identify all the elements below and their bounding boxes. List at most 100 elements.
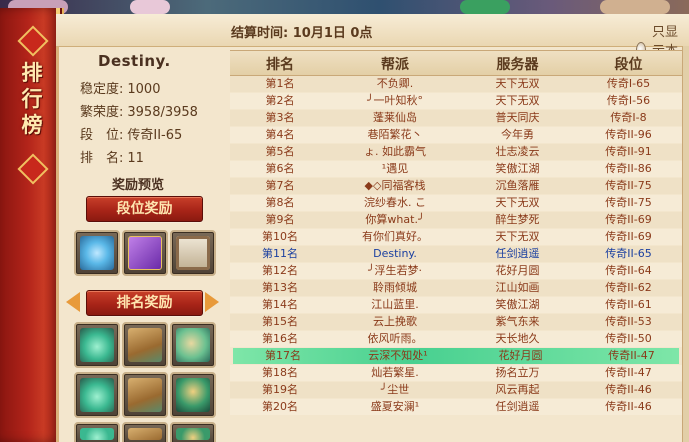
cell-guild: ╯浮生若梦· — [367, 264, 423, 277]
reward-slot[interactable] — [74, 372, 120, 418]
stat-prosperity: 繁荣度: 3958/3958 — [80, 101, 198, 120]
stat-label: 段 位: — [80, 128, 124, 143]
cell-server: 笑傲江湖 — [495, 162, 540, 175]
title-char-3: 榜 — [21, 112, 43, 137]
cell-tier: 传奇II-61 — [605, 298, 652, 311]
tier-reward-button[interactable]: 段位奖励 — [86, 196, 203, 222]
cell-tier: 传奇II-46 — [605, 383, 652, 396]
reward-slot[interactable] — [122, 322, 168, 368]
table-row[interactable]: 第9名 你算what.╯ 醉生梦死 传奇II-69 — [230, 212, 682, 228]
cell-server: 壮志凌云 — [495, 145, 540, 158]
table-row[interactable]: 第3名 蓬莱仙岛 普天同庆 传奇I-8 — [230, 110, 682, 126]
reward-slot[interactable] — [170, 372, 216, 418]
table-row[interactable]: 第5名 ょ. 如此霸气 壮志凌云 传奇II-91 — [230, 144, 682, 160]
table-row[interactable]: 第7名 ◆◇同福客栈 沉鱼落雁 传奇II-75 — [230, 178, 682, 194]
cell-rank: 第6名 — [265, 162, 295, 175]
cell-guild: 聆雨倾城 — [373, 281, 417, 294]
tree-fragment-icon — [176, 428, 210, 440]
stat-value: 3958/3958 — [127, 105, 198, 120]
cell-rank: 第17名 — [265, 349, 301, 362]
stat-label: 繁荣度: — [80, 105, 124, 120]
cell-server: 笑傲江湖 — [495, 298, 540, 311]
cell-tier: 传奇II-47 — [605, 366, 652, 379]
cell-tier: 传奇I-8 — [610, 111, 647, 124]
cell-tier: 传奇II-69 — [605, 230, 652, 243]
rank-reward-button[interactable]: 排名奖励 — [86, 290, 203, 316]
cell-guild: 云上挽歌 — [373, 315, 417, 328]
cell-tier: 传奇II-47 — [608, 349, 655, 362]
reward-slot[interactable] — [74, 322, 120, 368]
cell-guild: 不负卿. — [376, 77, 414, 90]
jade-ornament-icon — [80, 328, 114, 362]
cell-guild: 你算what.╯ — [365, 213, 425, 226]
table-row[interactable]: 第6名 ¹遇见 笑傲江湖 传奇II-86 — [230, 161, 682, 177]
cell-rank: 第12名 — [262, 264, 298, 277]
cell-guild: ¹遇见 — [381, 162, 409, 175]
cell-tier: 传奇II-64 — [605, 264, 652, 277]
jade-fragment-icon — [80, 428, 114, 440]
cell-guild: ╯一叶知秋° — [366, 94, 424, 107]
reward-slot[interactable] — [170, 230, 216, 276]
cell-server: 风云再起 — [495, 383, 540, 396]
knot-ornament-icon — [17, 25, 49, 57]
cell-tier: 传奇II-86 — [605, 162, 652, 175]
reward-slot[interactable] — [122, 372, 168, 418]
table-row[interactable]: 第11名 Destiny. 任剑逍遥 传奇II-65 — [230, 246, 682, 262]
header-guild: 帮派 — [381, 57, 409, 73]
cell-rank: 第20名 — [262, 400, 298, 413]
cell-guild: ╯尘世 — [380, 383, 410, 396]
table-header: 排名 帮派 服务器 段位 — [230, 50, 682, 76]
wooden-bridge-icon — [128, 378, 162, 412]
cell-rank: 第9名 — [265, 213, 295, 226]
table-row[interactable]: 第14名 江山蓝里. 笑傲江湖 传奇II-61 — [230, 297, 682, 313]
table-row[interactable]: 第12名 ╯浮生若梦· 花好月圆 传奇II-64 — [230, 263, 682, 279]
cell-guild: ◆◇同福客栈 — [364, 179, 426, 192]
cell-rank: 第14名 — [262, 298, 298, 311]
reward-slot[interactable] — [122, 422, 168, 442]
bridge-fragment-icon — [128, 428, 162, 440]
table-row[interactable]: 第8名 浣纱春水. こ 天下无双 传奇II-75 — [230, 195, 682, 211]
cell-tier: 传奇II-46 — [605, 400, 652, 413]
next-arrow-icon[interactable] — [205, 292, 219, 312]
reward-preview-title: 奖励预览 — [112, 178, 165, 193]
table-row[interactable]: 第10名 有你们真好。 天下无双 传奇II-69 — [230, 229, 682, 245]
reward-slot[interactable] — [170, 322, 216, 368]
header-bar: 结算时间: 10月1日 0点 只显示本服 — [56, 14, 689, 78]
reward-slot[interactable] — [74, 230, 120, 276]
cell-server: 普天同庆 — [495, 111, 540, 124]
cell-server: 花好月圆 — [498, 349, 543, 362]
table-row[interactable]: 第16名 依风听雨。 天长地久 传奇II-50 — [230, 331, 682, 347]
table-row[interactable]: 第19名 ╯尘世 风云再起 传奇II-46 — [230, 382, 682, 398]
cell-server: 天下无双 — [495, 196, 540, 209]
title-char-2: 行 — [21, 86, 43, 111]
cell-tier: 传奇II-96 — [605, 128, 652, 141]
cell-server: 天长地久 — [495, 332, 540, 345]
cell-tier: 传奇II-91 — [605, 145, 652, 158]
reward-slot[interactable] — [170, 422, 216, 442]
stat-value: 11 — [127, 151, 144, 166]
reward-slot[interactable] — [74, 422, 120, 442]
cell-guild: 浣纱春水. こ — [364, 196, 426, 209]
table-row[interactable]: 第15名 云上挽歌 紫气东来 传奇II-53 — [230, 314, 682, 330]
cell-rank: 第16名 — [262, 332, 298, 345]
table-row[interactable]: 第4名 巷陌繁花丶 今年勇 传奇II-96 — [230, 127, 682, 143]
cell-server: 紫气东来 — [495, 315, 540, 328]
prev-arrow-icon[interactable] — [66, 292, 80, 312]
table-row[interactable]: 第18名 灿若繁星. 扬名立万 传奇II-47 — [230, 365, 682, 381]
table-row[interactable]: 第1名 不负卿. 天下无双 传奇I-65 — [230, 76, 682, 92]
cell-server: 扬名立万 — [495, 366, 540, 379]
table-row[interactable]: 第20名 盛夏安澜¹ 任剑逍遥 传奇II-46 — [230, 399, 682, 415]
table-row[interactable]: 第13名 聆雨倾城 江山如画 传奇II-62 — [230, 280, 682, 296]
dragon-icon — [80, 236, 114, 270]
reward-slot[interactable] — [122, 230, 168, 276]
table-row[interactable]: 第2名 ╯一叶知秋° 天下无双 传奇I-56 — [230, 93, 682, 109]
cell-rank: 第2名 — [265, 94, 295, 107]
cell-server: 今年勇 — [501, 128, 534, 141]
cell-guild: Destiny. — [373, 247, 417, 260]
cell-server: 江山如画 — [495, 281, 540, 294]
stat-value: 传奇II-65 — [127, 128, 183, 143]
scrollbar[interactable] — [682, 46, 689, 442]
stat-rank: 排 名: 11 — [80, 147, 144, 166]
table-row[interactable]: 第17名 云深不知处¹ 花好月圆 传奇II-47 — [233, 348, 679, 364]
cell-rank: 第11名 — [262, 247, 298, 260]
